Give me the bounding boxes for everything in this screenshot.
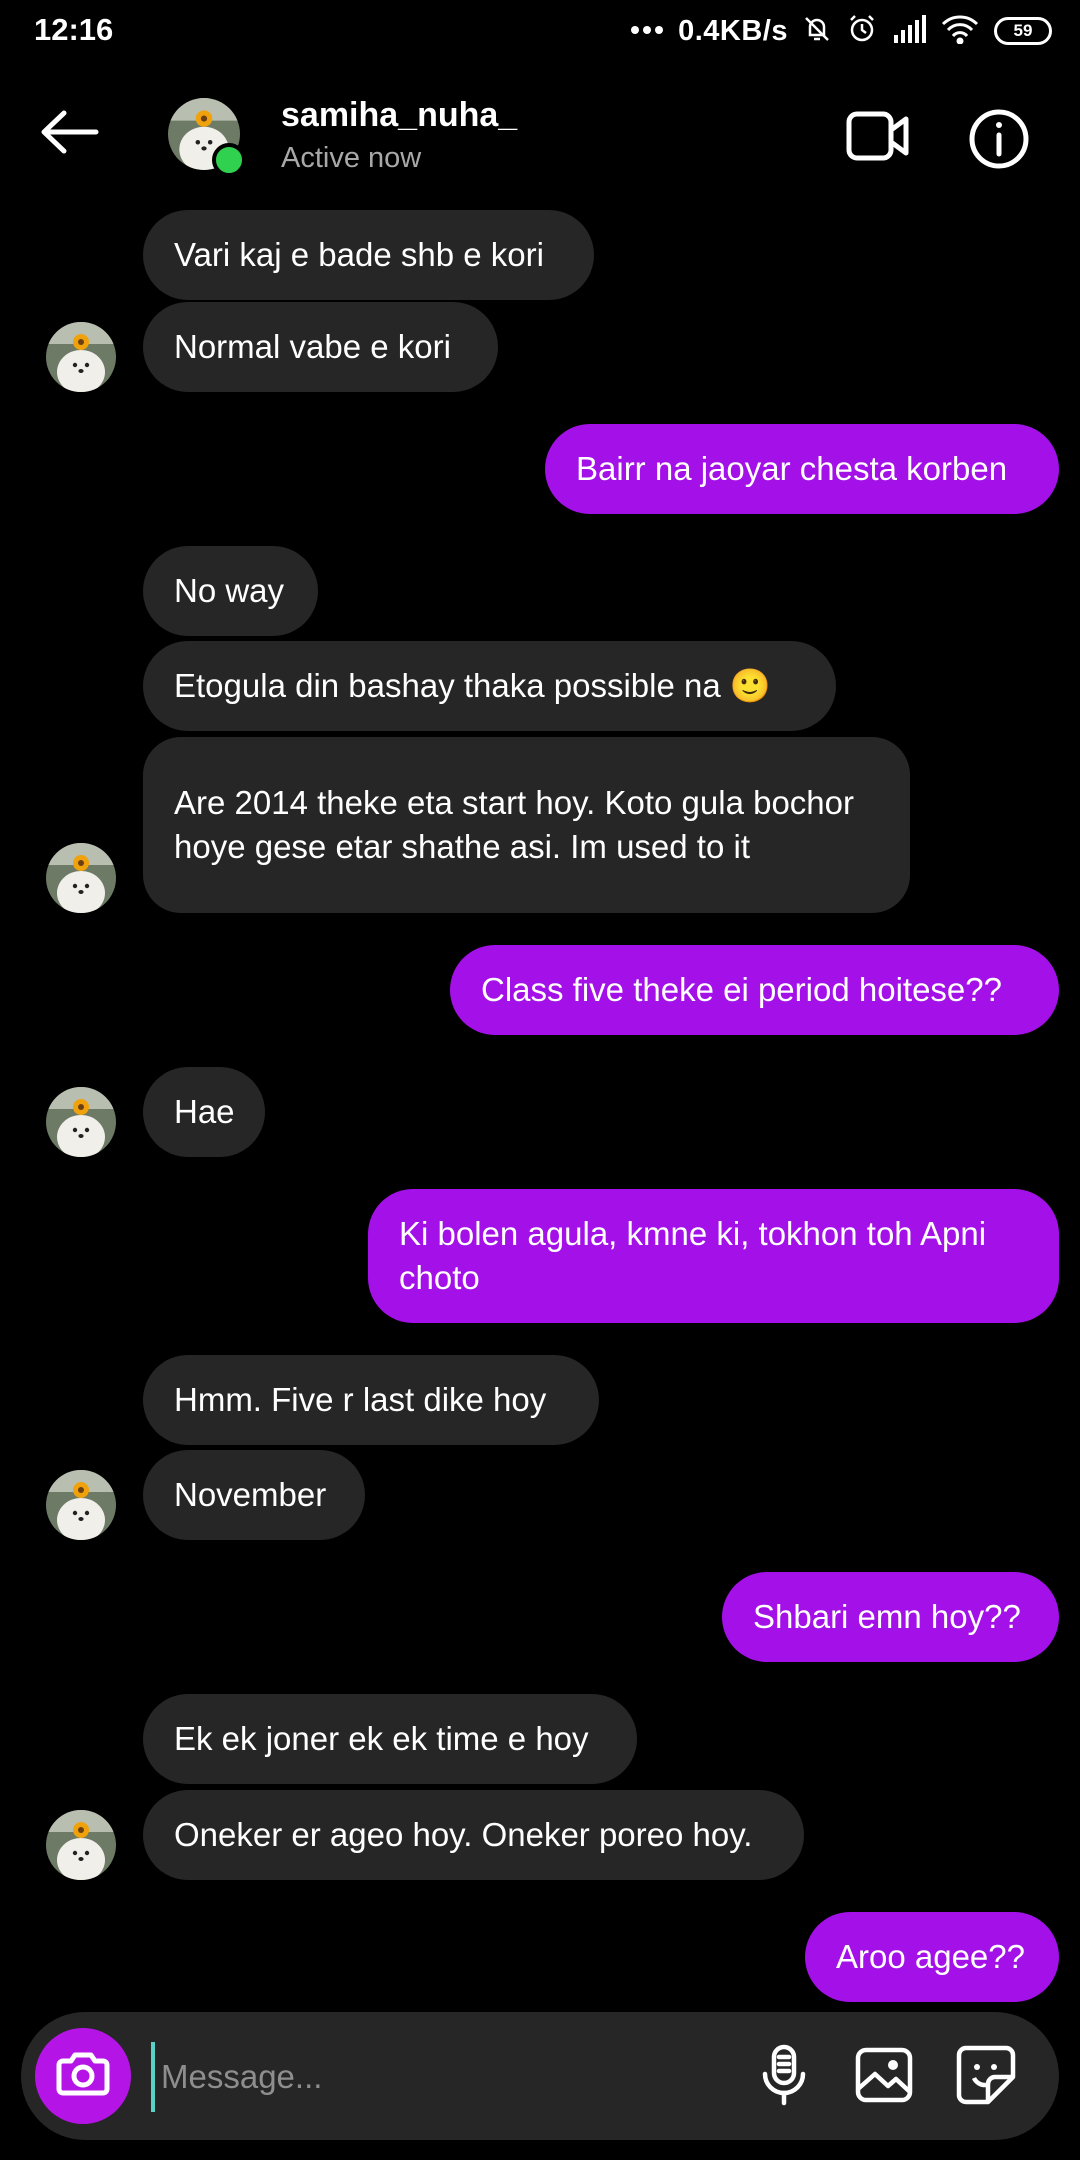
sender-avatar[interactable] bbox=[46, 1810, 116, 1880]
incoming-message[interactable]: No way bbox=[143, 546, 318, 636]
online-indicator bbox=[212, 143, 246, 177]
mute-bell-icon bbox=[802, 14, 832, 49]
outgoing-message[interactable]: Shbari emn hoy?? bbox=[722, 1572, 1059, 1662]
dots-icon bbox=[630, 22, 664, 40]
incoming-message[interactable]: Etogula din bashay thaka possible na 🙂 bbox=[143, 641, 836, 731]
outgoing-message[interactable]: Aroo agee?? bbox=[805, 1912, 1059, 2002]
incoming-message[interactable]: Normal vabe e kori bbox=[143, 302, 498, 392]
incoming-message[interactable]: Hae bbox=[143, 1067, 265, 1157]
sender-avatar[interactable] bbox=[46, 322, 116, 392]
video-call-icon[interactable] bbox=[846, 110, 910, 162]
network-speed: 0.4KB/s bbox=[678, 14, 788, 47]
status-icons: 0.4KB/s 59 bbox=[630, 10, 1052, 52]
signal-icon bbox=[892, 14, 926, 48]
incoming-message[interactable]: November bbox=[143, 1450, 365, 1540]
chat-header: samiha_nuha_ Active now bbox=[0, 62, 1080, 212]
camera-icon bbox=[55, 2051, 111, 2102]
back-arrow-icon[interactable] bbox=[38, 107, 102, 157]
battery-level: 59 bbox=[1013, 21, 1033, 40]
outgoing-message[interactable]: Ki bolen agula, kmne ki, tokhon toh Apni… bbox=[368, 1189, 1059, 1323]
sender-avatar[interactable] bbox=[46, 1087, 116, 1157]
incoming-message[interactable]: Hmm. Five r last dike hoy bbox=[143, 1355, 599, 1445]
info-icon[interactable] bbox=[968, 108, 1030, 170]
incoming-message[interactable]: Oneker er ageo hoy. Oneker poreo hoy. bbox=[143, 1790, 804, 1880]
status-time: 12:16 bbox=[34, 12, 114, 47]
status-bar: 12:16 0.4KB/s 59 bbox=[0, 0, 1080, 62]
battery-icon: 59 bbox=[994, 17, 1052, 45]
wifi-icon bbox=[940, 14, 980, 49]
chat-username[interactable]: samiha_nuha_ bbox=[281, 96, 517, 135]
outgoing-message[interactable]: Bairr na jaoyar chesta korben bbox=[545, 424, 1059, 514]
sender-avatar[interactable] bbox=[46, 1470, 116, 1540]
gallery-icon[interactable] bbox=[851, 2042, 917, 2108]
outgoing-message[interactable]: Class five theke ei period hoitese?? bbox=[450, 945, 1059, 1035]
message-input[interactable] bbox=[151, 2042, 753, 2112]
microphone-icon[interactable] bbox=[751, 2042, 817, 2108]
incoming-message[interactable]: Vari kaj e bade shb e kori bbox=[143, 210, 594, 300]
incoming-message[interactable]: Are 2014 theke eta start hoy. Koto gula … bbox=[143, 737, 910, 913]
sender-avatar[interactable] bbox=[46, 843, 116, 913]
active-status: Active now bbox=[281, 142, 422, 174]
incoming-message[interactable]: Ek ek joner ek ek time e hoy bbox=[143, 1694, 637, 1784]
camera-button[interactable] bbox=[35, 2028, 131, 2124]
sticker-icon[interactable] bbox=[953, 2042, 1019, 2108]
alarm-icon bbox=[846, 13, 878, 50]
message-composer bbox=[21, 2012, 1059, 2140]
